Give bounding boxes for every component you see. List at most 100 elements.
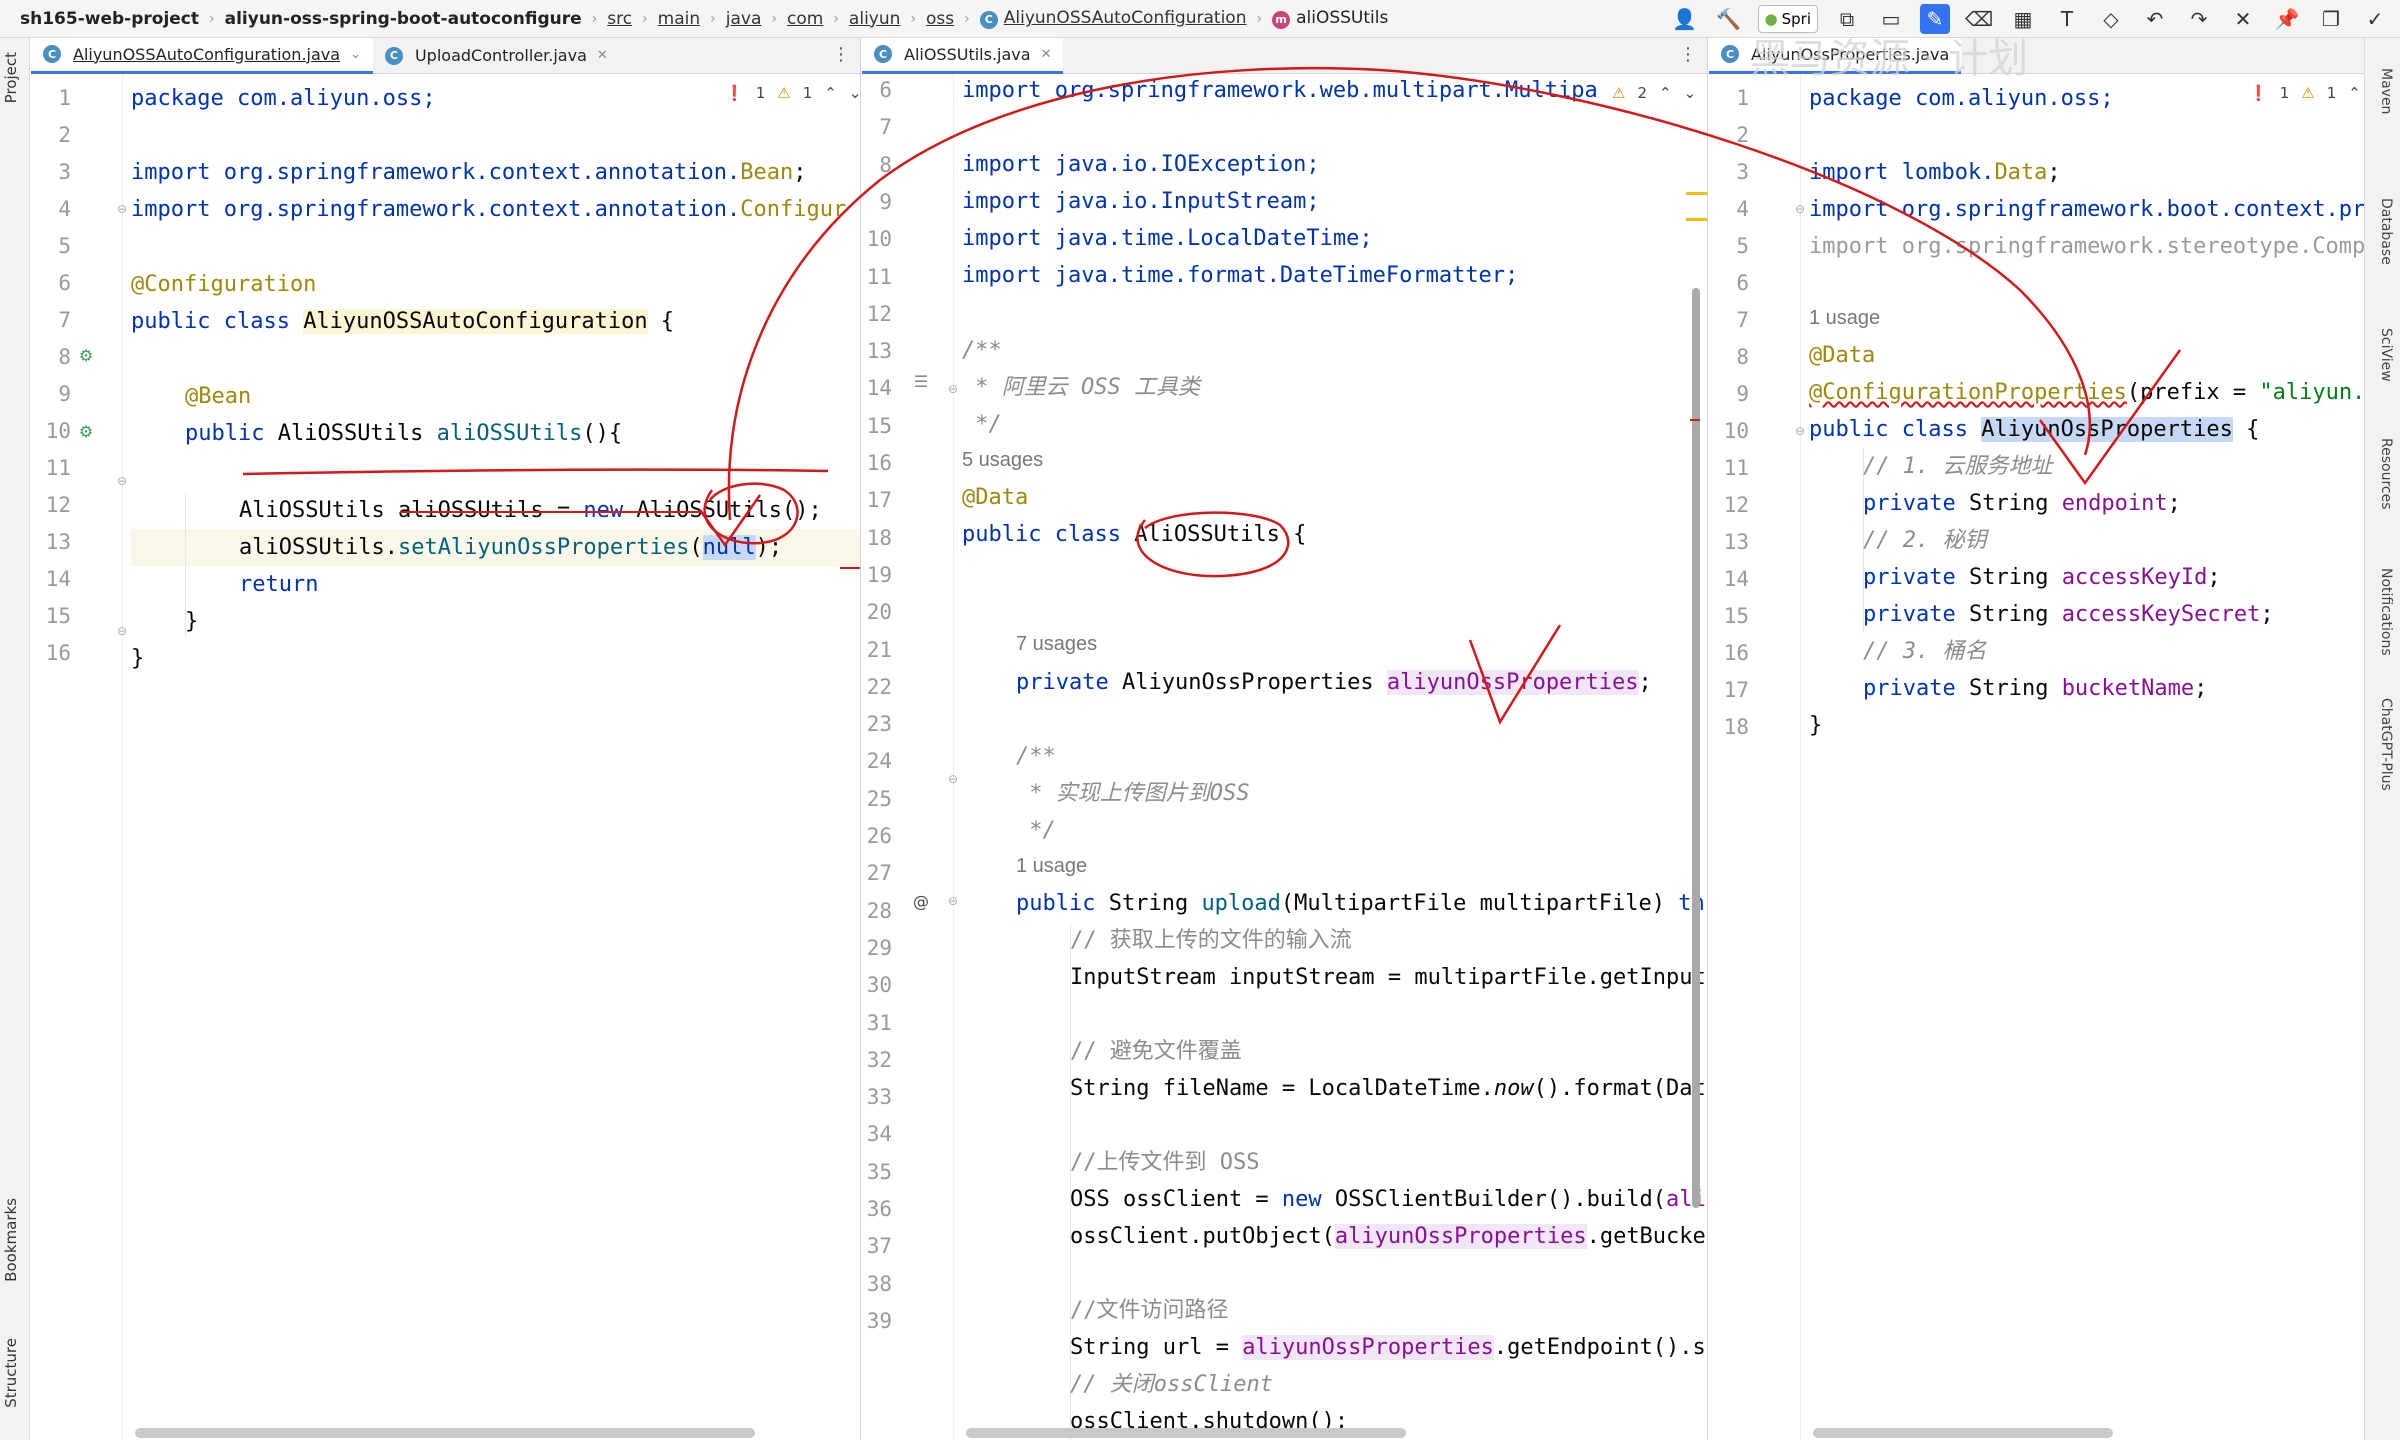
chevron-down-icon[interactable]: ⌄: [1684, 84, 1697, 102]
line-number[interactable]: 3: [1709, 154, 1749, 191]
chevron-down-icon[interactable]: ⌄: [350, 47, 361, 62]
line-number[interactable]: 21: [862, 632, 892, 669]
line-number[interactable]: 31: [862, 1005, 892, 1042]
right-horizontal-scrollbar[interactable]: [1813, 1428, 2113, 1438]
bean-icon[interactable]: ⚙: [75, 344, 97, 366]
bookmarks-tool-button[interactable]: Bookmarks: [2, 1198, 20, 1282]
line-number[interactable]: 6: [1709, 265, 1749, 302]
line-number[interactable]: 11: [31, 450, 71, 487]
close-icon[interactable]: ✕: [1041, 47, 1052, 62]
chevron-up-icon[interactable]: ⌃: [1659, 84, 1672, 102]
middle-inspection-widget[interactable]: ⚠ 2 ⌃ ⌄: [1612, 84, 1696, 102]
breadcrumb-aliyun[interactable]: aliyun: [845, 9, 904, 29]
line-number[interactable]: 13: [31, 524, 71, 561]
line-number[interactable]: 2: [1709, 117, 1749, 154]
right-inspection-widget[interactable]: ❗1 ⚠1 ⌃⌄: [2249, 84, 2364, 102]
sciview-tool-button[interactable]: SciView: [2378, 328, 2394, 382]
line-number[interactable]: 24: [862, 743, 892, 780]
fold-icon[interactable]: ⊖: [1789, 198, 1811, 220]
usage-hint[interactable]: 7 usages: [1016, 630, 1097, 658]
line-number[interactable]: 6: [31, 265, 71, 302]
warning-stripe[interactable]: [1686, 218, 1707, 221]
line-number[interactable]: 10: [1709, 413, 1749, 450]
breadcrumb-java[interactable]: java: [722, 9, 766, 29]
line-number[interactable]: 39: [862, 1303, 892, 1340]
notifications-tool-button[interactable]: Notifications: [2378, 568, 2394, 656]
line-number[interactable]: 29: [862, 930, 892, 967]
list-icon[interactable]: ☰: [910, 370, 932, 392]
line-number[interactable]: 14: [862, 370, 892, 407]
line-number[interactable]: 38: [862, 1266, 892, 1303]
tab-ali-oss-utils[interactable]: C AliOSSUtils.java ✕: [862, 38, 1064, 74]
left-horizontal-scrollbar[interactable]: [135, 1428, 755, 1438]
fold-icon[interactable]: ⊖: [1789, 420, 1811, 442]
fold-icon[interactable]: ⊖: [942, 890, 964, 912]
line-number[interactable]: 14: [1709, 561, 1749, 598]
middle-vertical-scrollbar[interactable]: [1692, 288, 1700, 1208]
fold-icon[interactable]: ⊖: [942, 768, 964, 790]
line-number[interactable]: 17: [862, 482, 892, 519]
chevron-down-icon[interactable]: ⌄: [849, 84, 860, 102]
line-number[interactable]: 28: [862, 893, 892, 930]
warning-stripe[interactable]: [1686, 192, 1707, 195]
more-icon[interactable]: ⋮: [832, 44, 850, 65]
line-number[interactable]: 22: [862, 669, 892, 706]
line-number[interactable]: 27: [862, 855, 892, 892]
line-number[interactable]: 3: [31, 154, 71, 191]
line-number[interactable]: 4: [1709, 191, 1749, 228]
usage-hint[interactable]: 1 usage: [1016, 852, 1087, 880]
line-number[interactable]: 14: [31, 561, 71, 598]
chevron-up-icon[interactable]: ⌃: [824, 84, 837, 102]
line-number[interactable]: 25: [862, 781, 892, 818]
line-number[interactable]: 9: [31, 376, 71, 413]
line-number[interactable]: 33: [862, 1079, 892, 1116]
line-number[interactable]: 18: [1709, 709, 1749, 746]
line-number[interactable]: 13: [862, 333, 892, 370]
line-number[interactable]: 18: [862, 520, 892, 557]
line-number[interactable]: 32: [862, 1042, 892, 1079]
close-icon[interactable]: ✕: [2228, 4, 2258, 34]
line-number[interactable]: 9: [862, 184, 892, 221]
text-tool-icon[interactable]: T: [2052, 4, 2082, 34]
fold-icon[interactable]: ⊖: [942, 378, 964, 400]
line-number[interactable]: 8: [1709, 339, 1749, 376]
breadcrumb-method[interactable]: m aliOSSUtils: [1268, 8, 1392, 29]
line-number[interactable]: 9: [1709, 376, 1749, 413]
tab-aliyun-oss-auto-configuration[interactable]: C AliyunOSSAutoConfiguration.java ⌄: [31, 38, 373, 74]
line-number[interactable]: 7: [862, 109, 892, 146]
breadcrumb-src[interactable]: src: [603, 9, 636, 29]
line-number[interactable]: 12: [1709, 487, 1749, 524]
chevron-up-icon[interactable]: ⌃: [2348, 84, 2361, 102]
line-number[interactable]: 20: [862, 594, 892, 631]
line-number[interactable]: 2: [31, 117, 71, 154]
resources-tool-button[interactable]: Resources: [2378, 438, 2394, 510]
line-number[interactable]: 10: [31, 413, 71, 450]
breadcrumb-project[interactable]: sh165-web-project: [16, 9, 203, 29]
line-number[interactable]: 11: [862, 259, 892, 296]
line-number[interactable]: 6: [862, 72, 892, 109]
project-tool-button[interactable]: Project: [2, 52, 20, 103]
line-number[interactable]: 15: [31, 598, 71, 635]
database-tool-button[interactable]: Database: [2378, 198, 2394, 265]
line-number[interactable]: 15: [862, 408, 892, 445]
line-number[interactable]: 26: [862, 818, 892, 855]
hammer-icon[interactable]: 🔨: [1714, 4, 1744, 34]
more-icon[interactable]: ⋮: [1679, 44, 1697, 65]
line-number[interactable]: 36: [862, 1191, 892, 1228]
line-number[interactable]: 8: [862, 147, 892, 184]
line-number[interactable]: 17: [1709, 672, 1749, 709]
breadcrumb-com[interactable]: com: [783, 9, 827, 29]
line-number[interactable]: 34: [862, 1116, 892, 1153]
line-number[interactable]: 4: [31, 191, 71, 228]
right-code-area[interactable]: package com.aliyun.oss; import lombok.Da…: [1809, 74, 2364, 1440]
line-number[interactable]: 23: [862, 706, 892, 743]
line-number[interactable]: 12: [31, 487, 71, 524]
line-number[interactable]: 11: [1709, 450, 1749, 487]
middle-horizontal-scrollbar[interactable]: [966, 1428, 1406, 1438]
line-number[interactable]: 10: [862, 221, 892, 258]
left-inspection-widget[interactable]: ❗ 1 ⚠ 1 ⌃ ⌄: [725, 84, 860, 102]
breadcrumb-oss[interactable]: oss: [922, 9, 958, 29]
fold-icon[interactable]: ⊖: [111, 470, 133, 492]
line-number[interactable]: 5: [1709, 228, 1749, 265]
line-number[interactable]: 7: [31, 302, 71, 339]
